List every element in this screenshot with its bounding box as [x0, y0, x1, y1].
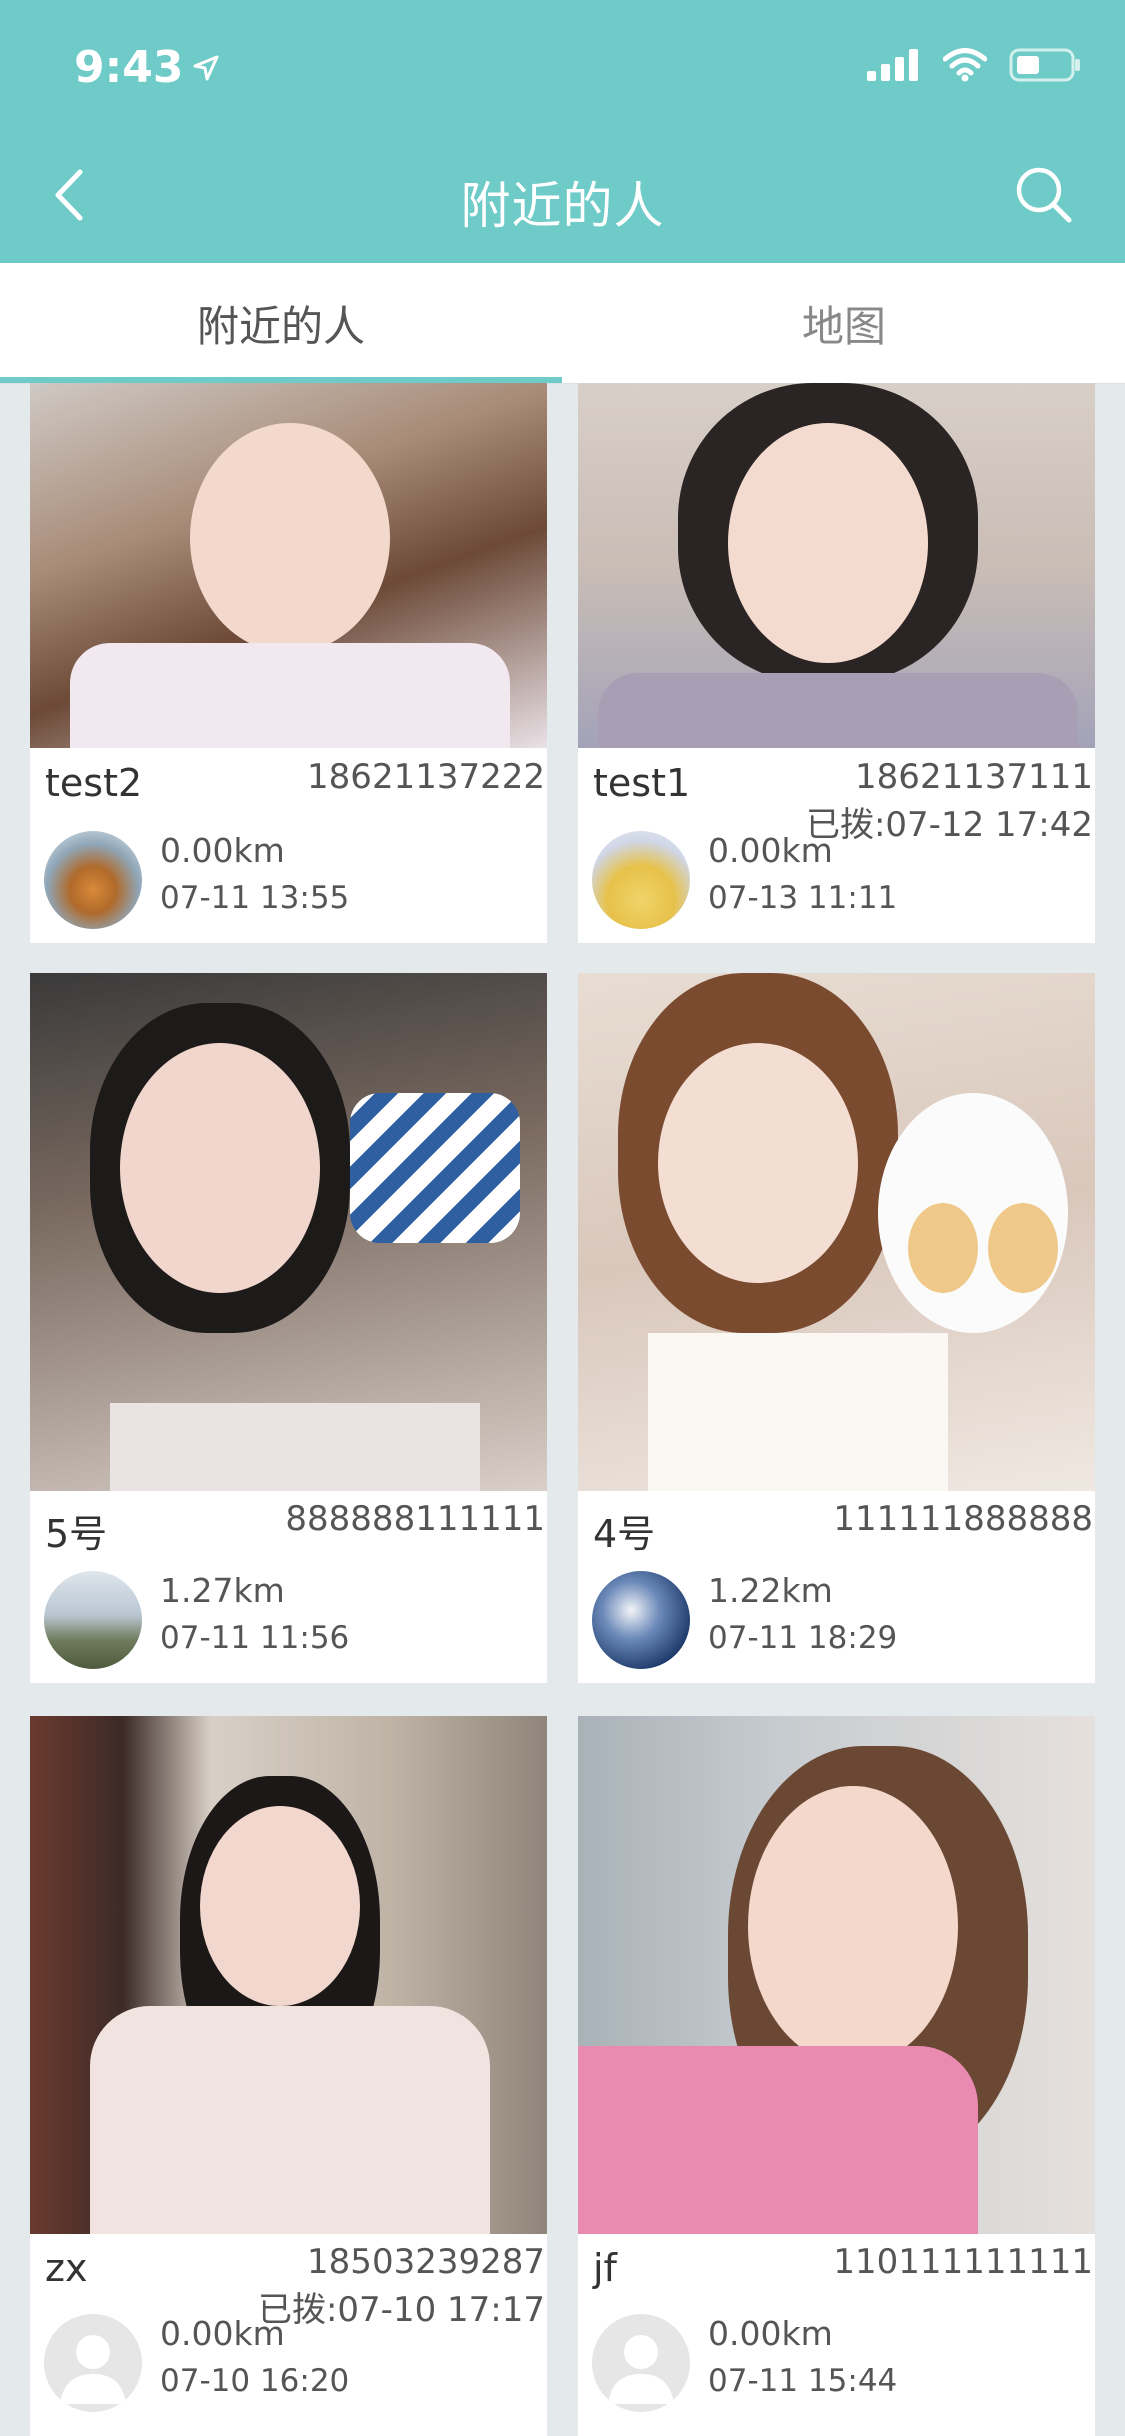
- person-distance: 0.00km: [160, 831, 285, 870]
- person-photo: [30, 383, 547, 748]
- person-time: 07-13 11:11: [708, 880, 898, 916]
- person-time: 07-10 16:20: [160, 2363, 350, 2399]
- avatar: [44, 1571, 142, 1669]
- person-name: zx: [45, 2246, 88, 2290]
- person-phone: 110111111111: [833, 2242, 1093, 2282]
- user-placeholder-icon: [60, 2335, 126, 2404]
- called-status: 已拨:07-10 17:17: [257, 2290, 545, 2330]
- cellular-signal-icon: [867, 49, 918, 81]
- people-grid: test2 18621137222 0.00km 07-11 13:55 tes…: [0, 383, 1125, 2436]
- search-icon[interactable]: [1013, 164, 1073, 224]
- person-phone: 18503239287: [307, 2242, 545, 2282]
- person-photo: [30, 1716, 547, 2234]
- person-card[interactable]: test2 18621137222 0.00km 07-11 13:55: [30, 383, 547, 943]
- person-card[interactable]: test1 18621137111 已拨:07-12 17:42 0.00km …: [578, 383, 1095, 943]
- person-distance: 0.00km: [708, 2314, 833, 2353]
- person-time: 07-11 15:44: [708, 2363, 898, 2399]
- default-avatar: [592, 2314, 690, 2412]
- battery-icon: [1009, 48, 1080, 82]
- called-status: 已拨:07-12 17:42: [805, 805, 1093, 845]
- status-bar-time: 9:43: [74, 42, 221, 93]
- wifi-icon: [943, 48, 987, 82]
- page-title: 附近的人: [460, 177, 665, 235]
- person-name: 5号: [45, 1512, 108, 1556]
- person-distance: 0.00km: [708, 831, 833, 870]
- app-header: 9:43 附近的人: [0, 0, 1125, 263]
- person-photo: [578, 973, 1095, 1491]
- person-name: test1: [593, 761, 691, 805]
- person-photo: [578, 383, 1095, 748]
- person-card[interactable]: zx 18503239287 已拨:07-10 17:17 0.00km 07-…: [30, 1716, 547, 2436]
- person-card[interactable]: jf 110111111111 0.00km 07-11 15:44: [578, 1716, 1095, 2436]
- avatar: [592, 831, 690, 929]
- avatar: [44, 831, 142, 929]
- person-distance: 1.27km: [160, 1571, 285, 1610]
- tab-nearby[interactable]: 附近的人: [0, 263, 562, 383]
- person-time: 07-11 13:55: [160, 880, 350, 916]
- person-card[interactable]: 4号 111111888888 1.22km 07-11 18:29: [578, 973, 1095, 1683]
- person-distance: 0.00km: [160, 2314, 285, 2353]
- person-phone: 888888111111: [285, 1499, 545, 1539]
- person-photo: [30, 973, 547, 1491]
- status-bar-indicators: [867, 48, 1081, 82]
- person-card[interactable]: 5号 888888111111 1.27km 07-11 11:56: [30, 973, 547, 1683]
- person-phone: 111111888888: [833, 1499, 1093, 1539]
- default-avatar: [44, 2314, 142, 2412]
- user-placeholder-icon: [608, 2335, 674, 2404]
- tab-map-label: 地图: [801, 301, 886, 351]
- person-phone: 18621137111: [855, 757, 1093, 797]
- person-distance: 1.22km: [708, 1571, 833, 1610]
- person-photo: [578, 1716, 1095, 2234]
- avatar: [592, 1571, 690, 1669]
- tab-bar: 附近的人 地图: [0, 263, 1125, 384]
- person-phone: 18621137222: [307, 757, 545, 797]
- person-name: 4号: [593, 1512, 656, 1556]
- status-time-text: 9:43: [74, 42, 184, 93]
- tab-map[interactable]: 地图: [563, 263, 1125, 383]
- tab-nearby-label: 附近的人: [196, 301, 365, 351]
- person-time: 07-11 11:56: [160, 1620, 350, 1656]
- person-name: jf: [593, 2246, 617, 2290]
- person-time: 07-11 18:29: [708, 1620, 898, 1656]
- person-name: test2: [45, 761, 143, 805]
- location-arrow-icon: [193, 55, 219, 80]
